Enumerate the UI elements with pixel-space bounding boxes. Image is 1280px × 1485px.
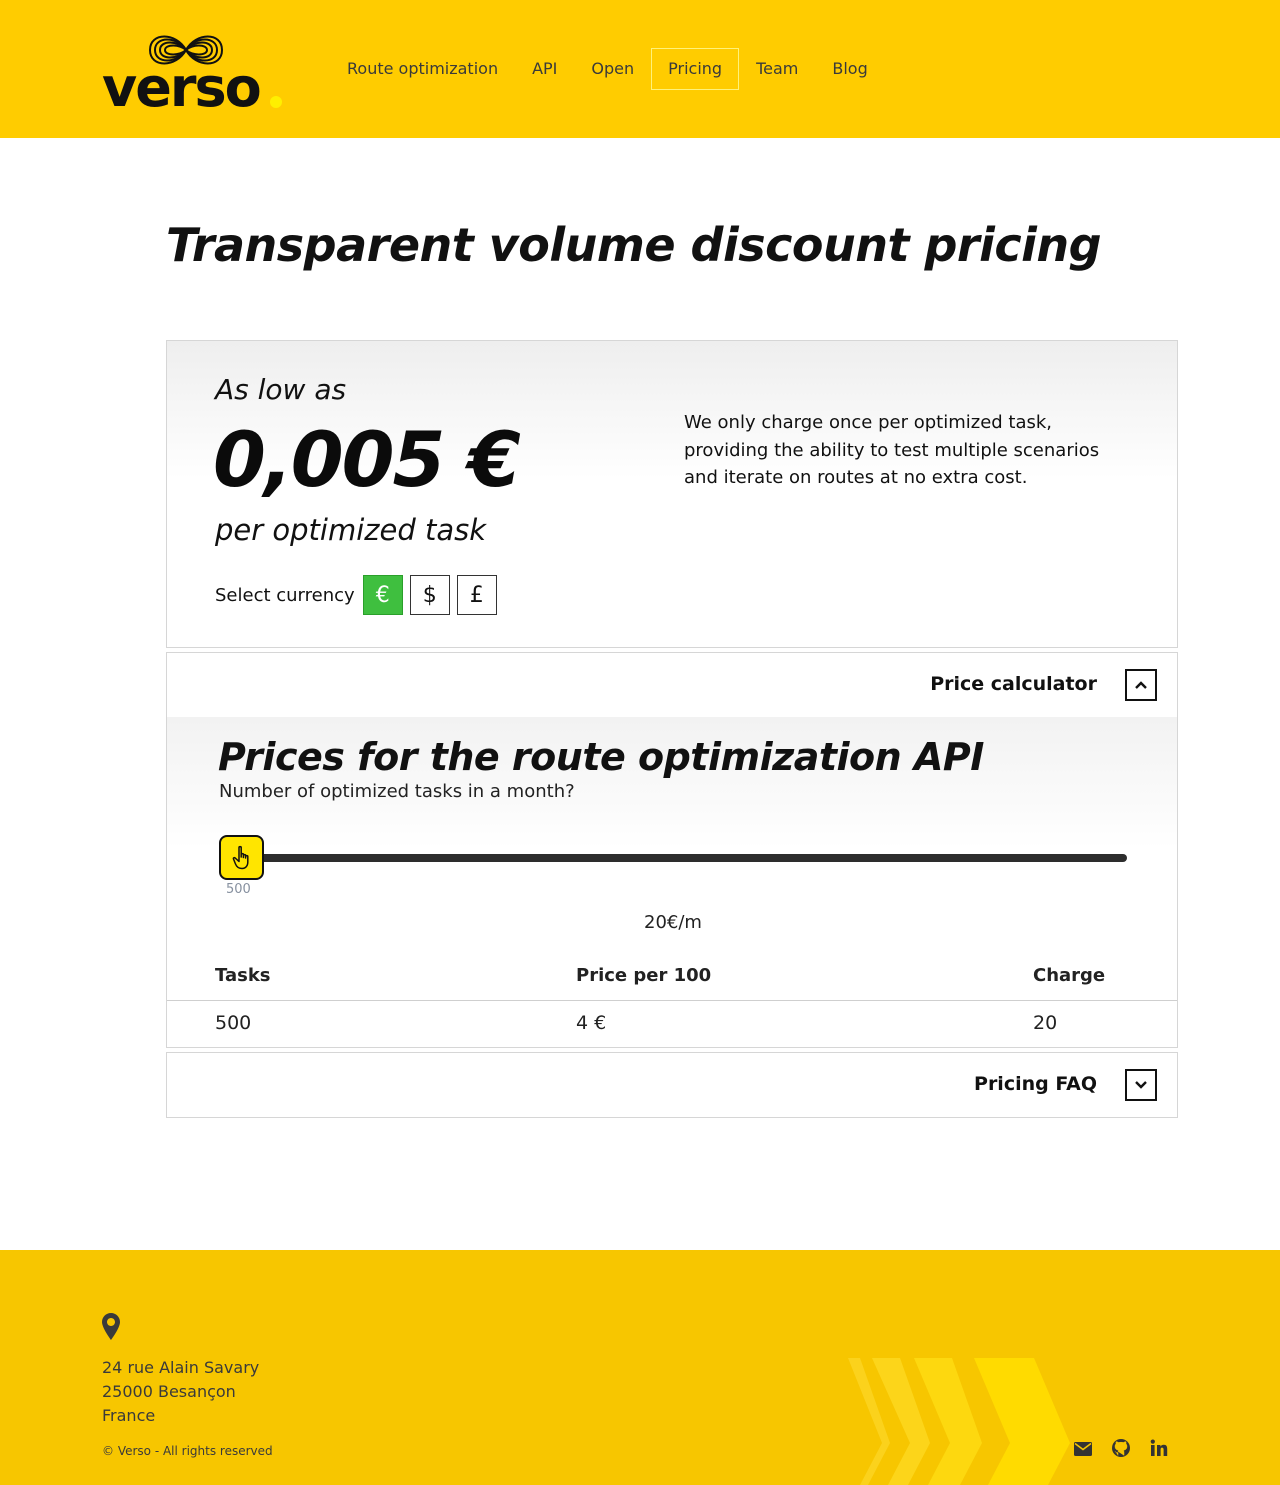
decorative-chevrons bbox=[848, 1358, 1070, 1485]
table-cell-price-per-100: 4 € bbox=[576, 1012, 607, 1034]
per-task-label: per optimized task bbox=[215, 513, 487, 547]
nav-blog[interactable]: Blog bbox=[815, 48, 884, 90]
page-title: Transparent volume discount pricing bbox=[166, 218, 1102, 272]
calculator-title: Prices for the route optimization API bbox=[218, 735, 984, 779]
slider-value-label: 500 bbox=[226, 882, 251, 897]
tasks-slider-track[interactable] bbox=[239, 854, 1127, 862]
nav-open[interactable]: Open bbox=[574, 48, 651, 90]
address-line: France bbox=[102, 1406, 156, 1425]
chevron-down-icon bbox=[1135, 1081, 1147, 1089]
currency-label: Select currency bbox=[215, 584, 355, 606]
pricing-faq-toggle[interactable] bbox=[1125, 1069, 1157, 1101]
copyright: © Verso - All rights reserved bbox=[102, 1444, 273, 1458]
pointing-hand-icon bbox=[232, 845, 249, 869]
footer-address: 24 rue Alain Savary 25000 Besançon Franc… bbox=[102, 1356, 259, 1428]
pricing-faq-title: Pricing FAQ bbox=[974, 1073, 1097, 1095]
column-header-charge: Charge bbox=[1033, 965, 1106, 986]
verso-logo[interactable]: verso bbox=[102, 28, 287, 118]
nav-route-optimization[interactable]: Route optimization bbox=[330, 48, 515, 90]
price-calculator-title: Price calculator bbox=[930, 673, 1097, 695]
social-links bbox=[1074, 1438, 1187, 1462]
site-header: verso Route optimization API Open Pricin… bbox=[0, 0, 1280, 138]
unit-price: 0,005 € bbox=[213, 415, 521, 504]
table-cell-charge: 20 bbox=[1033, 1012, 1058, 1034]
currency-gbp-button[interactable]: £ bbox=[456, 575, 497, 615]
table-divider bbox=[167, 1000, 1177, 1001]
location-pin-icon bbox=[102, 1313, 120, 1340]
logo-wordmark: verso bbox=[102, 56, 262, 119]
nav-team[interactable]: Team bbox=[739, 48, 815, 90]
currency-usd-button[interactable]: $ bbox=[409, 575, 450, 615]
monthly-total: 20€/m bbox=[644, 912, 702, 933]
nav-api[interactable]: API bbox=[515, 48, 574, 90]
logo-dot bbox=[270, 96, 282, 108]
tasks-slider-handle[interactable] bbox=[219, 835, 264, 880]
pricing-faq-header[interactable]: Pricing FAQ bbox=[166, 1052, 1178, 1118]
price-calculator-toggle[interactable] bbox=[1125, 669, 1157, 701]
currency-eur-button[interactable]: € bbox=[362, 575, 403, 615]
site-footer: 24 rue Alain Savary 25000 Besançon Franc… bbox=[0, 1250, 1280, 1485]
price-summary-box: As low as 0,005 € per optimized task Sel… bbox=[166, 340, 1178, 648]
price-calculator-panel: Prices for the route optimization API Nu… bbox=[166, 717, 1178, 1048]
address-line: 24 rue Alain Savary bbox=[102, 1358, 260, 1377]
calculator-question: Number of optimized tasks in a month? bbox=[219, 781, 575, 802]
nav-pricing[interactable]: Pricing bbox=[651, 48, 740, 90]
currency-selector: Select currency € $ £ bbox=[215, 575, 504, 615]
table-cell-tasks: 500 bbox=[215, 1012, 252, 1034]
column-header-price-per-100: Price per 100 bbox=[576, 965, 712, 986]
linkedin-icon[interactable] bbox=[1150, 1439, 1168, 1461]
column-header-tasks: Tasks bbox=[215, 965, 271, 986]
main-nav: Route optimization API Open Pricing Team… bbox=[330, 48, 885, 90]
address-line: 25000 Besançon bbox=[102, 1382, 236, 1401]
pricing-description: We only charge once per optimized task, … bbox=[684, 412, 1100, 488]
as-low-as-label: As low as bbox=[215, 373, 347, 406]
github-icon[interactable] bbox=[1111, 1438, 1131, 1462]
price-calculator-header[interactable]: Price calculator bbox=[166, 652, 1178, 718]
email-icon[interactable] bbox=[1074, 1441, 1092, 1460]
chevron-up-icon bbox=[1135, 681, 1147, 689]
